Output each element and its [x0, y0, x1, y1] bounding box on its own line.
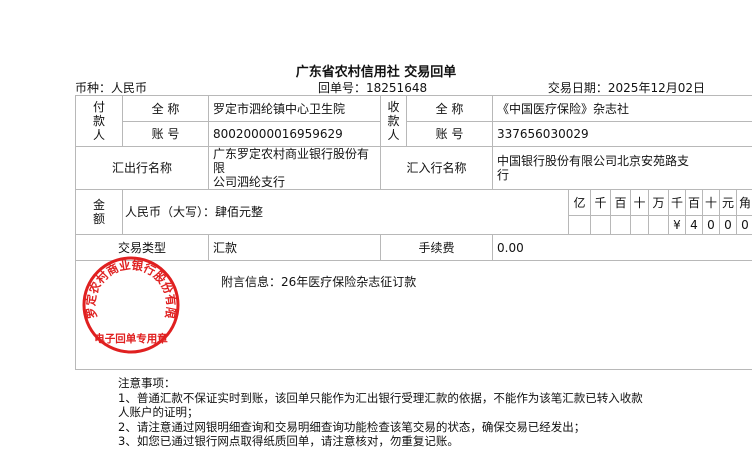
remitting-bank-label: 汇出行名称 [75, 146, 209, 190]
currency-label: 币种：人民币 [75, 81, 148, 95]
trade-type: 汇款 [208, 234, 381, 261]
digit-yuan: 0 [719, 215, 737, 235]
unit-bai-2: 百 [685, 189, 703, 216]
notes-heading: 注意事项： [118, 376, 176, 390]
unit-wan: 万 [648, 189, 669, 216]
amount-in-words: 人民币（大写）：肆佰元整 [122, 189, 569, 235]
digit-bai-2: 4 [685, 215, 703, 235]
payer-name: 罗定市泗纶镇中心卫生院 [208, 95, 381, 122]
payee-name: 《中国医疗保险》杂志社 [491, 95, 752, 122]
unit-yi: 亿 [568, 189, 591, 216]
digit-qian-1 [590, 215, 611, 235]
unit-bai-1: 百 [610, 189, 631, 216]
receipt-number-label: 回单号： [318, 81, 367, 95]
notes-line-1: 1、普通汇款不保证实时到账，该回单只能作为汇出银行受理汇款的依据，不能作为该笔汇… [118, 390, 643, 405]
seal-ring-text: 广东罗定农村商业银行股份有限公司 [79, 255, 178, 320]
payer-name-label: 全 称 [122, 95, 209, 122]
document-title: 广东省农村信用社 交易回单 [295, 65, 457, 80]
payer-section-label: 付款人 [75, 95, 123, 147]
memo-label: 附言信息： [221, 275, 282, 289]
notes: 注意事项： 1、普通汇款不保证实时到账，该回单只能作为汇出银行受理汇款的依据，不… [118, 376, 678, 449]
digit-jiao: 0 [736, 215, 752, 235]
digit-wan [648, 215, 669, 235]
payer-account: 80020000016959629 [208, 121, 381, 147]
notes-line-4: 3、如您已通过银行网点取得纸质回单，请注意核对，勿重复记账。 [118, 434, 459, 448]
notes-line-3: 2、请注意通过网银明细查询和交易明细查询功能检查该笔交易的状态，确保交易已经发出… [118, 419, 586, 434]
trade-date-value: 2025年12月02日 [607, 81, 705, 95]
digit-shi-1 [630, 215, 649, 235]
unit-shi-2: 十 [702, 189, 720, 216]
unit-qian-2: 千 [668, 189, 686, 216]
digit-yi [568, 215, 591, 235]
bank-seal: 广东罗定农村商业银行股份有限公司 电子回单专用章 [79, 255, 180, 354]
unit-shi-1: 十 [630, 189, 649, 216]
notes-line-2: 人账户的证明； [118, 405, 199, 419]
digit-shi-2: 0 [702, 215, 720, 235]
fee: 0.00 [491, 234, 752, 261]
payee-account-label: 账 号 [406, 121, 493, 147]
unit-jiao: 角 [736, 189, 752, 216]
payer-account-label: 账 号 [122, 121, 209, 147]
unit-yuan: 元 [719, 189, 737, 216]
unit-qian-1: 千 [590, 189, 611, 216]
seal-bottom-text: 电子回单专用章 [94, 332, 168, 345]
remitting-bank: 广东罗定农村商业银行股份有限 公司泗纶支行 [208, 146, 381, 190]
digit-qian-2: ¥ [668, 215, 686, 235]
payee-name-label: 全 称 [406, 95, 493, 122]
receipt-number: 回单号：18251648 [318, 79, 427, 96]
trade-date: 交易日期：2025年12月02日 [548, 79, 705, 96]
receiving-bank-label: 汇入行名称 [380, 146, 493, 190]
receipt-number-value: 18251648 [366, 81, 428, 95]
fee-label: 手续费 [380, 234, 493, 261]
payee-account: 337656030029 [491, 121, 752, 147]
trade-date-label: 交易日期： [547, 81, 608, 95]
memo-text: 26年医疗保险杂志征订款 [281, 275, 417, 289]
payee-section-label: 收款人 [380, 95, 407, 147]
receiving-bank: 中国银行股份有限公司北京安苑路支行 [491, 146, 752, 190]
amount-section-label: 金额 [75, 189, 123, 235]
digit-bai-1 [610, 215, 631, 235]
